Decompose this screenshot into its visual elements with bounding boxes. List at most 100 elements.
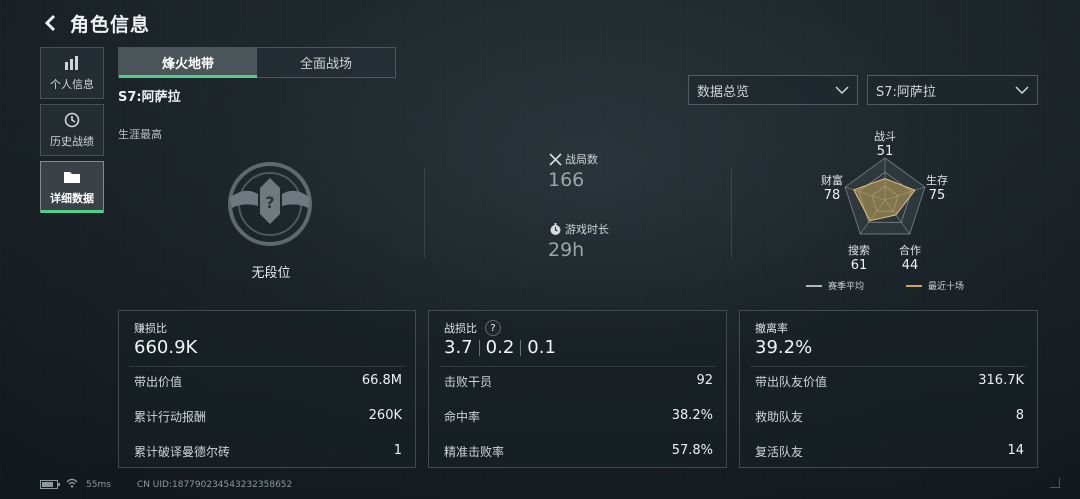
season-select-value: S7:阿萨拉 bbox=[876, 84, 936, 100]
sidebar-item-personal-info[interactable]: 个人信息 bbox=[40, 47, 104, 99]
row-label: 带出价值 bbox=[134, 375, 183, 389]
bar-chart-icon bbox=[64, 54, 80, 72]
sidebar-item-history[interactable]: 历史战绩 bbox=[40, 104, 104, 156]
divider bbox=[439, 366, 716, 367]
stopwatch-icon bbox=[548, 222, 562, 236]
matches-value: 166 bbox=[548, 169, 585, 191]
stat-row: 带出队友价值 316.7K bbox=[755, 373, 1024, 390]
row-value: 92 bbox=[696, 373, 713, 388]
row-label: 复活队友 bbox=[755, 445, 804, 459]
profit-panel: 赚损比 660.9K 带出价值 66.8M 累计行动报酬 260K 累计破译曼德… bbox=[118, 310, 416, 468]
panel-title: 赚损比 bbox=[134, 322, 167, 335]
panel-value: 660.9K bbox=[134, 337, 198, 358]
radar-label-search: 搜索 bbox=[848, 244, 870, 257]
page-title: 角色信息 bbox=[70, 13, 151, 36]
corner-decoration bbox=[1050, 478, 1060, 488]
radar-value-wealth: 78 bbox=[823, 188, 841, 203]
radar-value-survival: 75 bbox=[928, 188, 946, 203]
legend-swatch bbox=[906, 284, 922, 287]
row-value: 66.8M bbox=[361, 373, 402, 388]
divider bbox=[424, 168, 425, 258]
kd-panel: 战损比 ? 3.7 0.2 0.1 击败干员 92 命中率 38.2% 精准击败… bbox=[428, 310, 727, 468]
playtime-stat: 游戏时长 29h bbox=[548, 221, 609, 261]
tab-firezone[interactable]: 烽火地带 bbox=[119, 48, 257, 78]
battery-icon bbox=[40, 480, 60, 489]
radar-label-teamwork: 合作 bbox=[899, 244, 921, 257]
ping-value: 55ms bbox=[86, 479, 111, 490]
svg-text:?: ? bbox=[265, 193, 274, 212]
tab-full-battle[interactable]: 全面战场 bbox=[257, 48, 395, 77]
row-value: 14 bbox=[1007, 443, 1024, 458]
kd-value-1: 3.7 bbox=[444, 337, 473, 358]
radar-label-survival: 生存 bbox=[926, 174, 948, 187]
row-label: 救助队友 bbox=[755, 410, 804, 424]
radar-chart: 战斗 51 生存 75 合作 44 搜索 61 财富 78 bbox=[800, 128, 970, 278]
divider bbox=[478, 339, 480, 356]
legend-label: 赛季平均 bbox=[828, 282, 865, 292]
row-label: 累计破译曼德尔砖 bbox=[134, 445, 231, 459]
career-best-label: 生涯最高 bbox=[118, 128, 162, 141]
row-value: 8 bbox=[1015, 408, 1024, 423]
help-icon[interactable]: ? bbox=[485, 320, 501, 336]
user-uid: CN UID:18779023454323235865​2 bbox=[136, 479, 293, 490]
kd-value-2: 0.2 bbox=[485, 337, 515, 358]
panel-title: 战损比 bbox=[444, 322, 477, 335]
sidebar-item-detail-data[interactable]: 详细数据 bbox=[40, 161, 104, 213]
stat-row: 救助队友 8 bbox=[755, 408, 1024, 425]
row-label: 命中率 bbox=[444, 410, 481, 424]
season-select[interactable]: S7:阿萨拉 bbox=[867, 75, 1038, 105]
divider bbox=[129, 366, 405, 367]
playtime-label: 游戏时长 bbox=[565, 223, 609, 236]
stat-row: 击败干员 92 bbox=[444, 373, 713, 390]
radar-label-wealth: 财富 bbox=[821, 174, 843, 187]
row-label: 带出队友价值 bbox=[755, 375, 828, 389]
panel-value: 39.2% bbox=[755, 337, 813, 358]
rank-emblem-icon: ? bbox=[224, 158, 316, 250]
rank-label: 无段位 bbox=[251, 266, 291, 281]
page-header: 角色信息 bbox=[40, 8, 150, 38]
matches-label: 战局数 bbox=[565, 153, 598, 166]
row-value: 316.7K bbox=[978, 373, 1024, 388]
crossed-swords-icon bbox=[548, 152, 562, 166]
mode-tabs: 烽火地带 全面战场 bbox=[118, 47, 396, 78]
back-arrow-icon[interactable] bbox=[40, 12, 62, 34]
kd-value-3: 0.1 bbox=[527, 337, 556, 358]
row-value: 260K bbox=[368, 408, 402, 423]
chevron-down-icon bbox=[1015, 83, 1029, 98]
chevron-down-icon bbox=[835, 83, 849, 98]
radar-label-combat: 战斗 bbox=[874, 130, 896, 143]
row-label: 精准击败率 bbox=[444, 445, 505, 459]
divider bbox=[750, 366, 1027, 367]
stat-row: 精准击败率 57.8% bbox=[444, 443, 713, 460]
folder-icon bbox=[63, 168, 81, 186]
sidebar-item-label: 个人信息 bbox=[50, 78, 94, 91]
clock-icon bbox=[64, 111, 80, 129]
sidebar: 个人信息 历史战绩 详细数据 bbox=[40, 47, 104, 218]
radar-value-combat: 51 bbox=[876, 144, 894, 159]
legend-recent: 最近十场 bbox=[906, 279, 964, 292]
row-value: 38.2% bbox=[671, 408, 713, 423]
playtime-value: 29h bbox=[548, 239, 585, 261]
legend-label: 最近十场 bbox=[928, 282, 965, 292]
row-label: 击败干员 bbox=[444, 375, 493, 389]
radar-value-search: 61 bbox=[850, 258, 868, 273]
view-select[interactable]: 数据总览 bbox=[688, 75, 858, 105]
matches-stat: 战局数 166 bbox=[548, 151, 598, 191]
stat-row: 带出价值 66.8M bbox=[134, 373, 402, 390]
stat-row: 复活队友 14 bbox=[755, 443, 1024, 460]
legend-swatch bbox=[806, 284, 822, 287]
panel-title: 撤离率 bbox=[755, 322, 788, 335]
row-value: 57.8% bbox=[671, 443, 713, 458]
sidebar-item-label: 历史战绩 bbox=[50, 135, 94, 148]
view-select-value: 数据总览 bbox=[697, 84, 750, 100]
row-label: 累计行动报酬 bbox=[134, 410, 207, 424]
radar-value-teamwork: 44 bbox=[901, 258, 919, 273]
divider bbox=[731, 168, 732, 258]
row-value: 1 bbox=[393, 443, 402, 458]
season-title: S7:阿萨拉 bbox=[118, 90, 181, 105]
stat-row: 命中率 38.2% bbox=[444, 408, 713, 425]
status-footer: 55ms CN UID:18779023454323235865​2 bbox=[40, 478, 300, 491]
divider bbox=[520, 339, 522, 356]
sidebar-item-label: 详细数据 bbox=[50, 192, 94, 205]
kd-values: 3.7 0.2 0.1 bbox=[444, 337, 556, 358]
